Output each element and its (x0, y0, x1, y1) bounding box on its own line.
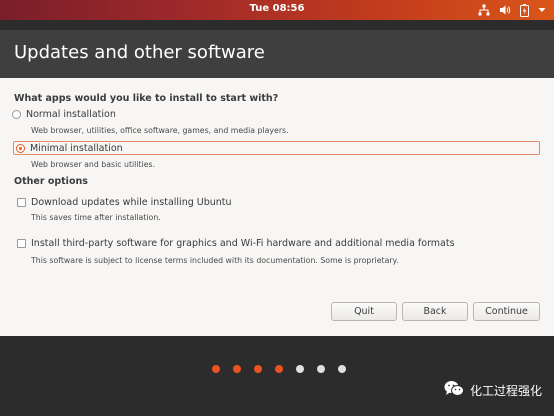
install-question: What apps would you like to install to s… (14, 93, 279, 104)
progress-area: 化工过程强化 (0, 336, 554, 416)
minimal-installation-radio[interactable]: Minimal installation (13, 141, 540, 155)
third-party-software-checkbox[interactable]: Install third-party software for graphic… (17, 236, 455, 250)
progress-dot-pending (296, 365, 304, 373)
normal-installation-radio[interactable]: Normal installation (12, 107, 116, 121)
installer-window: Updates and other software What apps wou… (0, 30, 554, 336)
download-updates-label[interactable]: Download updates while installing Ubuntu (31, 197, 232, 208)
volume-icon[interactable] (499, 3, 511, 17)
radio-button-selected[interactable] (16, 143, 25, 153)
progress-dots (212, 365, 346, 373)
progress-dot-complete (212, 365, 220, 373)
window-content: What apps would you like to install to s… (0, 78, 554, 336)
third-party-software-description: This software is subject to license term… (31, 256, 399, 265)
network-icon[interactable] (478, 3, 490, 17)
chevron-down-icon[interactable] (538, 3, 546, 17)
download-updates-checkbox[interactable]: Download updates while installing Ubuntu (17, 195, 232, 209)
progress-dot-pending (338, 365, 346, 373)
normal-installation-description: Web browser, utilities, office software,… (31, 126, 289, 135)
minimal-installation-description: Web browser and basic utilities. (31, 160, 156, 169)
top-bar: Tue 08:56 (0, 0, 554, 20)
minimal-installation-label[interactable]: Minimal installation (30, 143, 123, 154)
quit-button[interactable]: Quit (331, 302, 397, 321)
back-button[interactable]: Back (402, 302, 468, 321)
system-tray[interactable] (478, 2, 546, 18)
watermark: 化工过程强化 (444, 380, 542, 400)
page-title: Updates and other software (14, 42, 265, 63)
window-header: Updates and other software (0, 30, 554, 78)
progress-dot-complete (275, 365, 283, 373)
watermark-text: 化工过程强化 (469, 383, 542, 398)
third-party-software-label[interactable]: Install third-party software for graphic… (31, 238, 455, 249)
checkbox[interactable] (17, 197, 26, 207)
continue-button[interactable]: Continue (473, 302, 540, 321)
normal-installation-label[interactable]: Normal installation (26, 109, 116, 120)
progress-dot-complete (254, 365, 262, 373)
other-options-heading: Other options (14, 176, 88, 187)
wechat-logo-icon (444, 380, 464, 400)
progress-dot-complete (233, 365, 241, 373)
battery-icon[interactable] (520, 3, 529, 17)
download-updates-description: This saves time after installation. (31, 213, 161, 222)
radio-button[interactable] (12, 109, 21, 119)
clock[interactable]: Tue 08:56 (0, 3, 554, 14)
checkbox[interactable] (17, 238, 26, 248)
progress-dot-pending (317, 365, 325, 373)
